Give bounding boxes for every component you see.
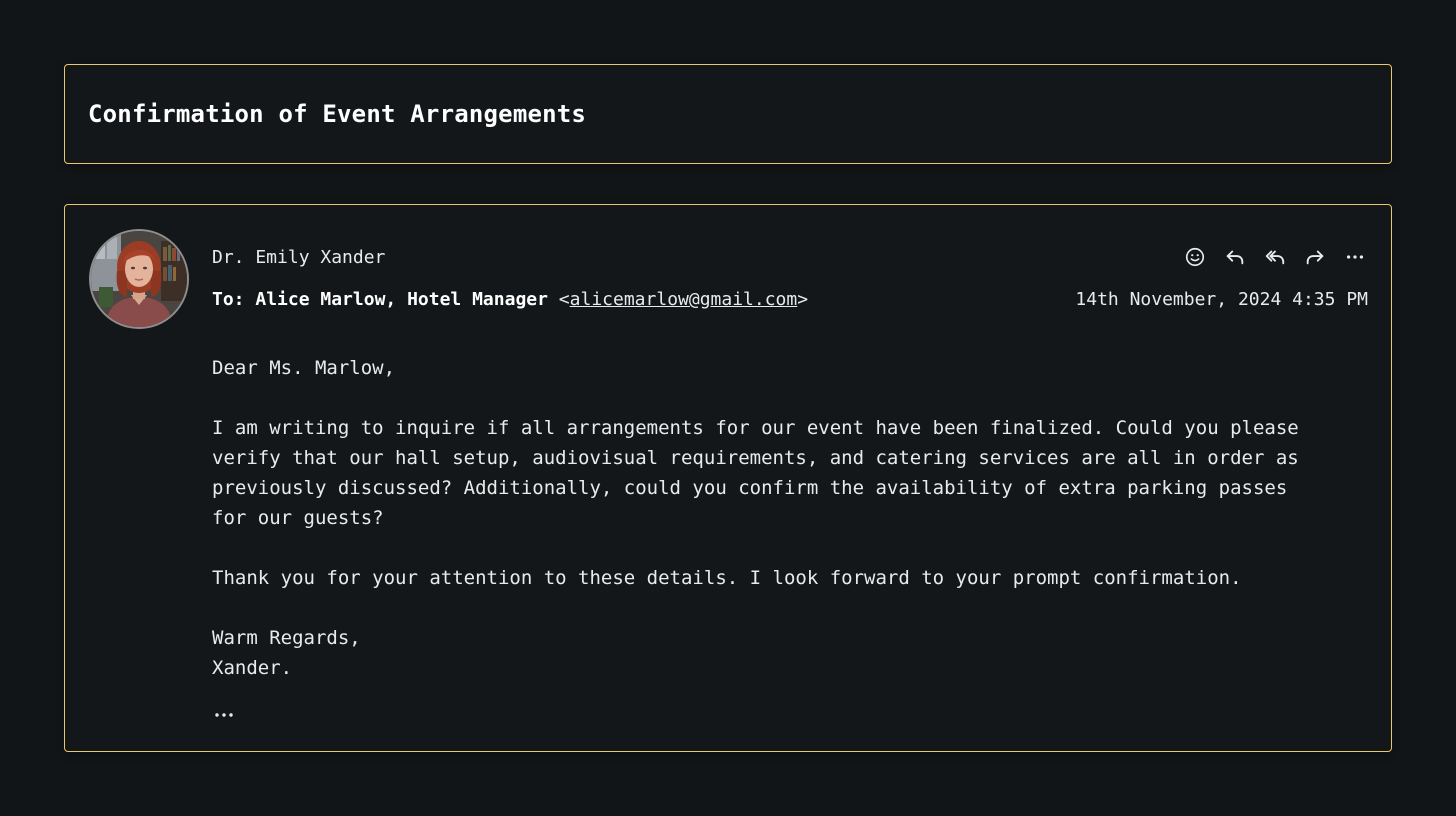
message-actions-toolbar	[1183, 245, 1367, 269]
email-subject: Confirmation of Event Arrangements	[88, 100, 587, 128]
forward-button[interactable]	[1303, 245, 1327, 269]
show-trimmed-content-button[interactable]	[213, 701, 237, 725]
email-open-bracket: <	[547, 289, 570, 310]
smiley-icon	[1185, 247, 1205, 267]
more-options-button[interactable]	[1343, 245, 1367, 269]
email-body: Dear Ms. Marlow, I am writing to inquire…	[212, 353, 1332, 683]
ellipsis-icon	[215, 713, 233, 717]
sender-name: Dr. Emily Xander	[212, 247, 386, 268]
email-signoff: Warm Regards, Xander.	[212, 627, 361, 679]
reply-all-icon	[1265, 250, 1285, 265]
email-date: 14th November, 2024 4:35 PM	[1075, 289, 1368, 310]
ellipsis-icon	[1346, 255, 1364, 259]
avatar-portrait-image	[91, 231, 187, 327]
email-paragraph: Thank you for your attention to these de…	[212, 567, 1242, 589]
reply-icon	[1226, 250, 1244, 265]
email-greeting: Dear Ms. Marlow,	[212, 357, 396, 379]
reply-button[interactable]	[1223, 245, 1247, 269]
email-close-bracket: >	[797, 289, 809, 310]
recipient-prefix: To:	[212, 289, 256, 310]
email-paragraph: I am writing to inquire if all arrangeme…	[212, 417, 1299, 529]
recipient-name: Alice Marlow, Hotel Manager	[255, 289, 548, 310]
recipient-line: To: Alice Marlow, Hotel Manager <alicema…	[212, 289, 808, 311]
emoji-react-button[interactable]	[1183, 245, 1207, 269]
forward-icon	[1306, 250, 1324, 265]
recipient-email-link[interactable]: alicemarlow@gmail.com	[570, 289, 798, 310]
reply-all-button[interactable]	[1263, 245, 1287, 269]
sender-avatar[interactable]	[89, 229, 189, 329]
email-message: Dr. Emily Xander To: Alice Marlow, Hotel…	[64, 204, 1392, 752]
subject-header: Confirmation of Event Arrangements	[64, 64, 1392, 164]
